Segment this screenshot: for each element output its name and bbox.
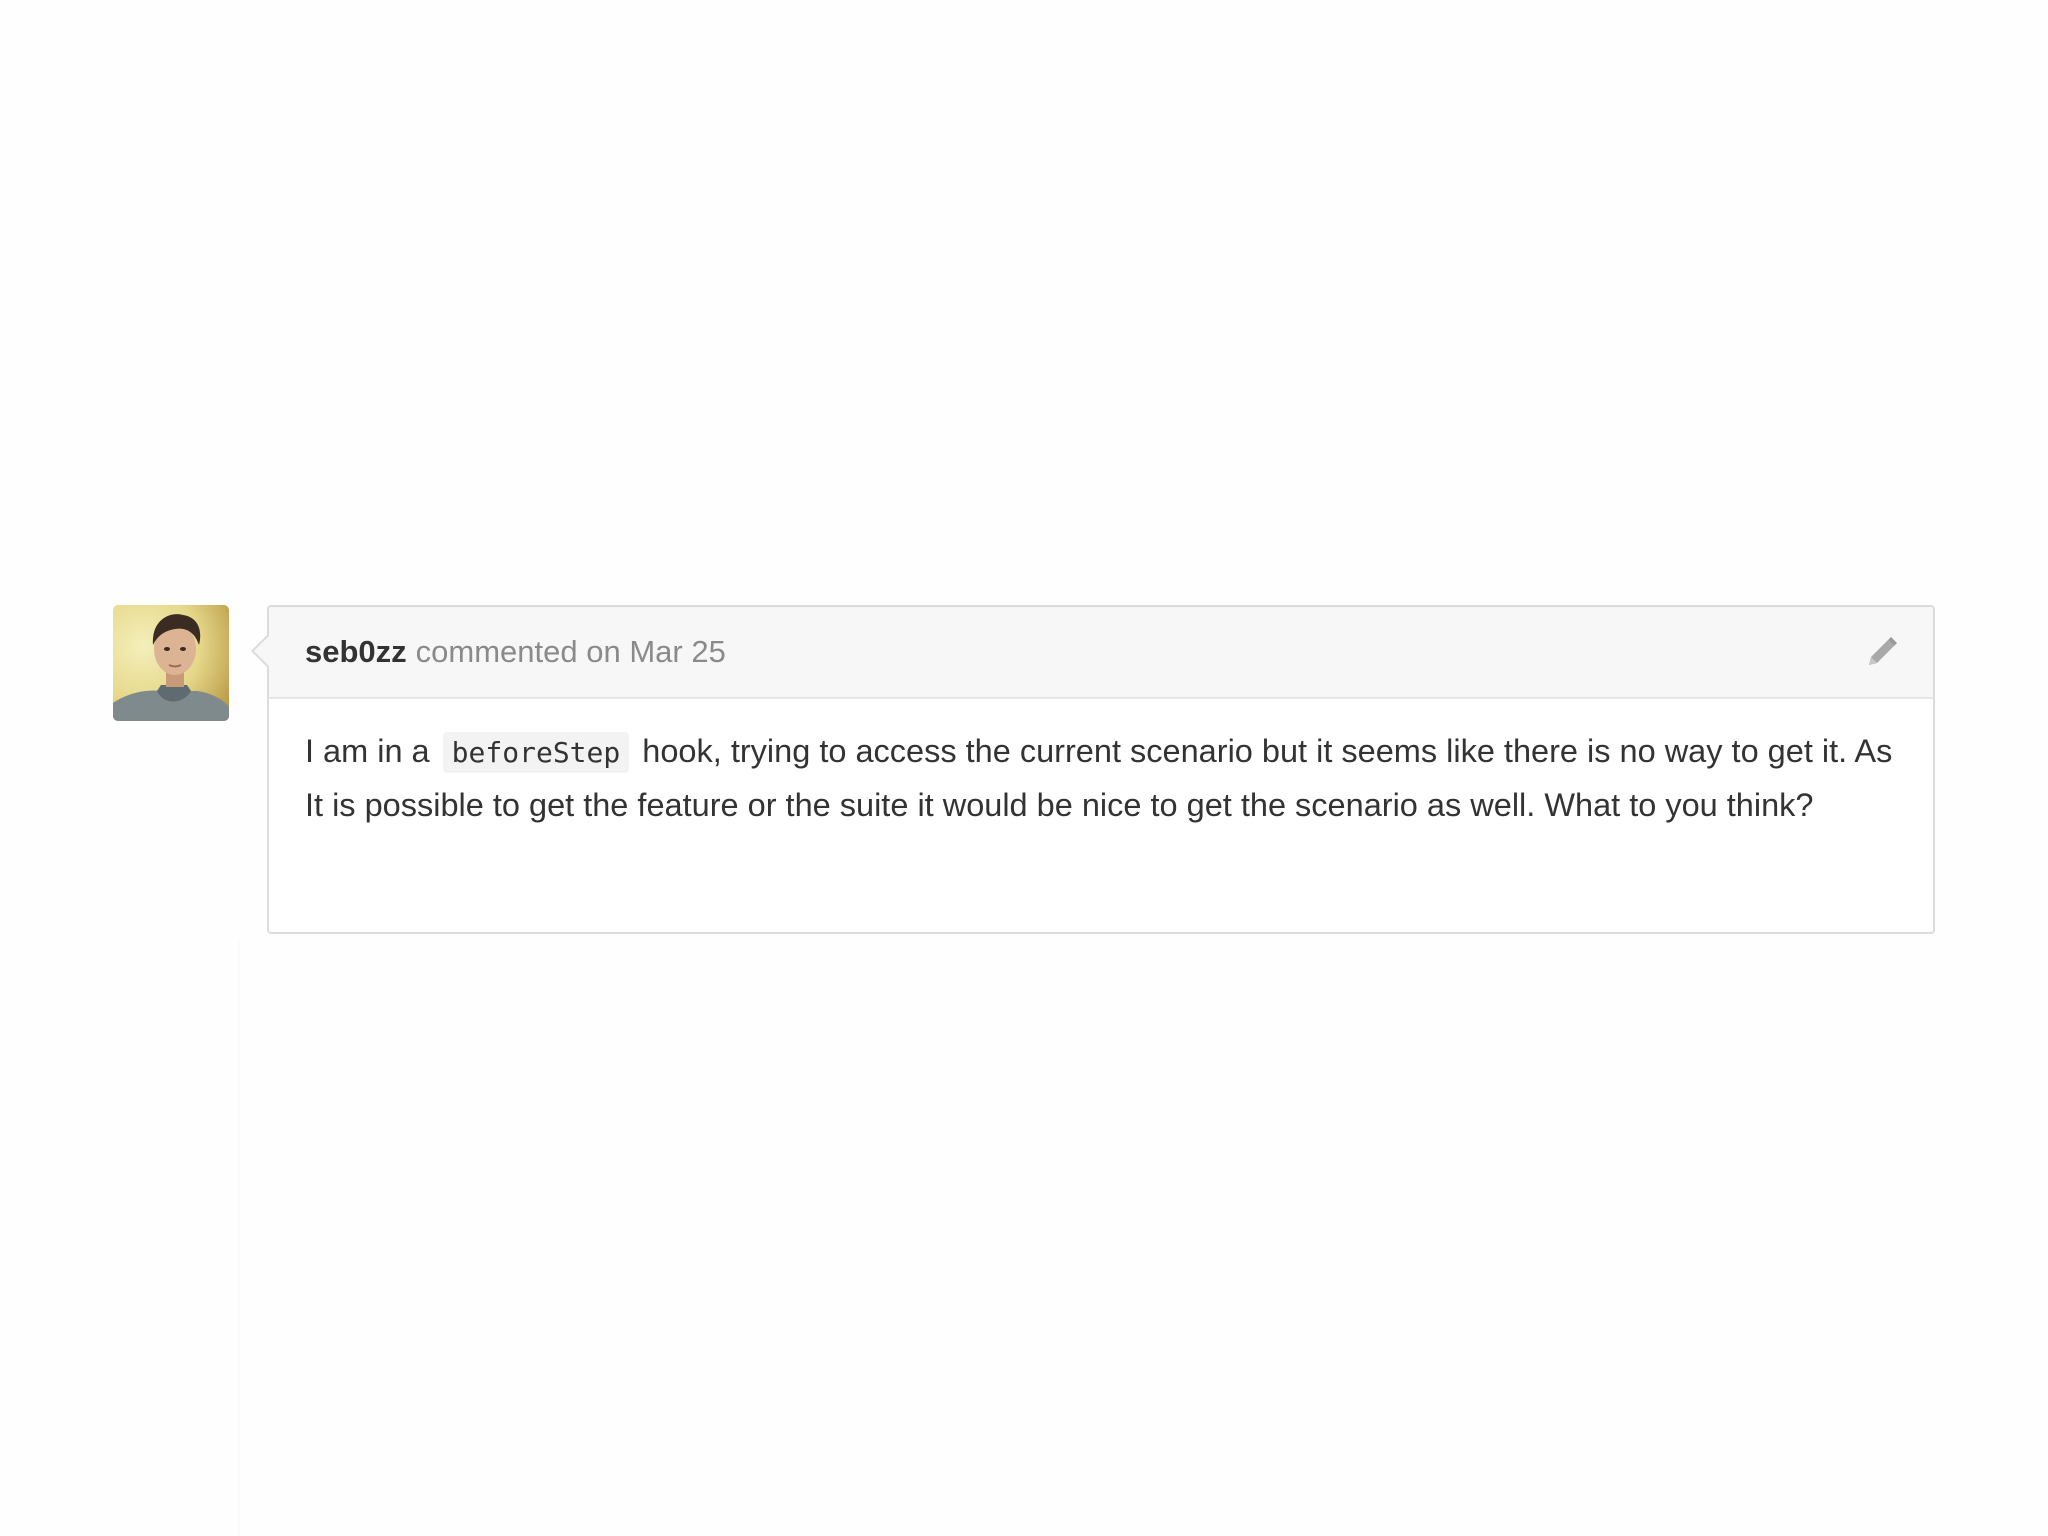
- comment-timestamp[interactable]: commented on Mar 25: [416, 634, 726, 670]
- comment-text-start: I am in a: [305, 733, 430, 769]
- timeline-line: [238, 940, 240, 1536]
- pencil-icon[interactable]: [1863, 635, 1899, 671]
- comment-author-link[interactable]: seb0zz: [305, 634, 407, 670]
- avatar[interactable]: [113, 605, 229, 721]
- comment-box: seb0zz commented on Mar 25 I am in a bef…: [251, 605, 1935, 934]
- avatar-image: [113, 605, 229, 721]
- comment-body: I am in a beforeStep hook, trying to acc…: [269, 699, 1933, 832]
- inline-code: beforeStep: [442, 732, 630, 773]
- comment-header: seb0zz commented on Mar 25: [269, 607, 1933, 699]
